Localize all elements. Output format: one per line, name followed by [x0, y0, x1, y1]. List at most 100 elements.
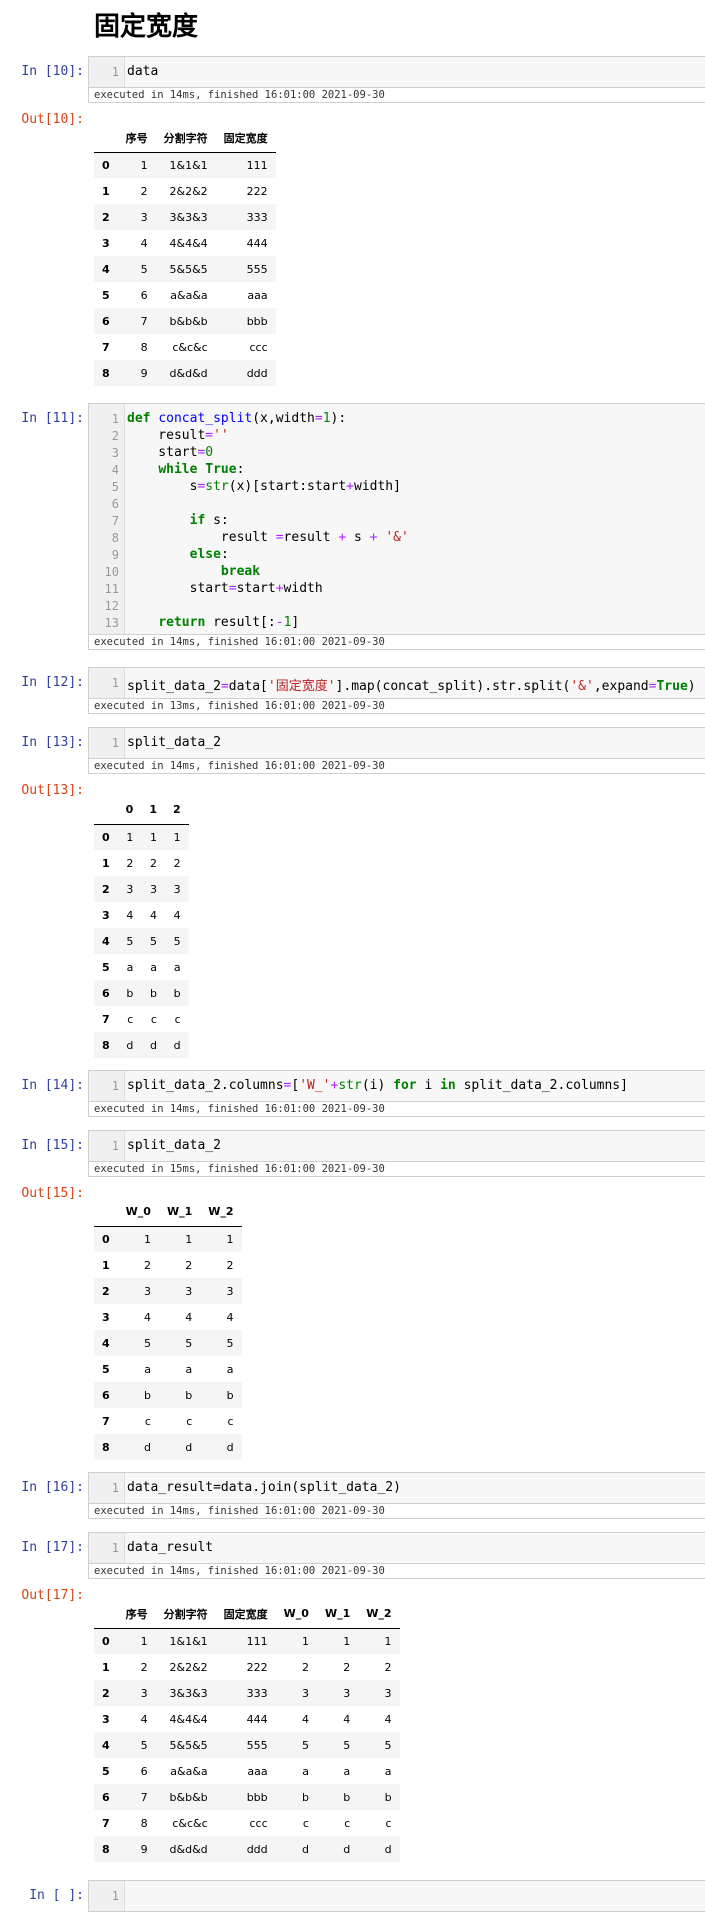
line-number-gutter: 1 — [89, 57, 125, 87]
line-number: 13 — [104, 616, 119, 630]
code-line: result =result + s + '&' — [127, 530, 409, 545]
table-cell: 4 — [140, 1712, 148, 1726]
code-input[interactable]: 1 2 3 4 5 6 7 8 9 10 11 12 13 def concat… — [88, 403, 705, 635]
table-cell: a — [343, 1764, 351, 1778]
table-row: 1 2 2&2&2 222 — [94, 178, 276, 204]
table-cell: 3 — [140, 1686, 148, 1700]
row-index: 4 — [102, 262, 110, 276]
table-cell: 222 — [246, 1660, 268, 1674]
table-row: 5 6 a&a&a aaa — [94, 282, 276, 308]
input-prompt: In [10]: — [21, 64, 84, 79]
row-index: 1 — [102, 1660, 110, 1674]
input-prompt: In [15]: — [21, 1138, 84, 1153]
table-cell: 5 — [173, 934, 181, 948]
table-cell: b&b&b — [169, 314, 208, 328]
code-input[interactable]: 1 — [88, 1880, 705, 1912]
table-row: 5 a a a — [94, 954, 189, 980]
table-cell: 5&5&5 — [169, 262, 208, 276]
code-input[interactable]: 1 data_result — [88, 1532, 705, 1564]
table-cell: 2 — [226, 1258, 234, 1272]
table-cell: 1 — [149, 830, 157, 844]
row-index: 1 — [102, 1258, 110, 1272]
table-cell: 2 — [343, 1660, 351, 1674]
table-cell: c — [127, 1012, 134, 1026]
code-input[interactable]: 1 split_data_2.columns=['W_'+str(i) for … — [88, 1070, 705, 1102]
table-row: 8 d d d — [94, 1434, 242, 1460]
row-index: 7 — [102, 1012, 110, 1026]
line-number: 6 — [111, 497, 119, 511]
code-input[interactable]: 1 data_result=data.join(split_data_2) — [88, 1472, 705, 1504]
table-cell: bbb — [246, 1790, 268, 1804]
table-cell: 3 — [343, 1686, 351, 1700]
table-cell: 7 — [140, 314, 148, 328]
code-input[interactable]: 1 split_data_2=data['固定宽度'].map(concat_s… — [88, 667, 705, 699]
column-header: 固定宽度 — [215, 124, 276, 153]
table-cell: 444 — [246, 1712, 268, 1726]
line-number-gutter: 1 — [89, 668, 125, 698]
column-header: W_1 — [158, 1198, 201, 1227]
table-cell: 2 — [185, 1258, 193, 1272]
table-cell: 1 — [140, 158, 148, 172]
row-index: 5 — [102, 1362, 110, 1376]
table-cell: 4 — [185, 1310, 193, 1324]
table-cell: 8 — [140, 340, 148, 354]
table-row: 2 3 3&3&3 333 — [94, 204, 276, 230]
column-header: W_2 — [200, 1198, 242, 1227]
table-row: 6 b b b — [94, 1382, 242, 1408]
table-row: 4 5 5 5 — [94, 1330, 242, 1356]
table-cell: 4 — [226, 1310, 234, 1324]
table-cell: 5 — [140, 1738, 148, 1752]
table-cell: c — [150, 1012, 157, 1026]
code-input[interactable]: 1 split_data_2 — [88, 1130, 705, 1162]
table-cell: 555 — [246, 1738, 268, 1752]
table-cell: d — [226, 1440, 234, 1454]
column-header: W_1 — [316, 1600, 359, 1629]
table-cell: b&b&b — [169, 1790, 208, 1804]
table-cell: 8 — [140, 1816, 148, 1830]
line-number-gutter: 1 — [89, 1071, 125, 1101]
line-number: 1 — [111, 736, 119, 750]
table-cell: 5 — [226, 1336, 234, 1350]
code-text: def concat_split(x,width=1): result='' s… — [127, 404, 705, 630]
line-number: 3 — [111, 446, 119, 460]
table-cell: d — [126, 1038, 134, 1052]
code-input[interactable]: 1 split_data_2 — [88, 727, 705, 759]
execution-info: executed in 14ms, finished 16:01:00 2021… — [88, 1102, 705, 1117]
table-cell: d — [301, 1842, 309, 1856]
table-cell: 6 — [140, 288, 148, 302]
code-input[interactable]: 1 data — [88, 56, 705, 88]
code-line: split_data_2=data['固定宽度'].map(concat_spl… — [127, 679, 696, 694]
table-cell: 1 — [343, 1634, 351, 1648]
input-prompt: In [ ]: — [29, 1888, 84, 1903]
table-cell: 6 — [140, 1764, 148, 1778]
row-index: 0 — [102, 1232, 110, 1246]
column-header: 固定宽度 — [215, 1600, 276, 1629]
table-row: 7 c c c — [94, 1006, 189, 1032]
line-number: 1 — [111, 65, 119, 79]
table-cell: 1 — [143, 1232, 151, 1246]
table-cell: 333 — [246, 210, 268, 224]
column-header: W_0 — [117, 1198, 159, 1227]
table-cell: 3 — [173, 882, 181, 896]
line-number: 1 — [111, 1139, 119, 1153]
line-number: 8 — [111, 531, 119, 545]
table-cell: ccc — [249, 340, 268, 354]
table-cell: 3&3&3 — [169, 210, 208, 224]
table-row: 6 7 b&b&b bbb — [94, 308, 276, 334]
table-cell: c — [302, 1816, 309, 1830]
output-prompt: Out[13]: — [21, 783, 84, 798]
dataframe-table: 序号 分割字符 固定宽度 W_0 W_1 W_2 0 1 1&1&1 111 1 1 1 1 2 2&2&2 2… — [94, 1600, 400, 1862]
row-index: 6 — [102, 986, 110, 1000]
table-cell: b — [185, 1388, 193, 1402]
table-cell: 5 — [126, 934, 134, 948]
table-row: 8 9 d&d&d ddd — [94, 360, 276, 386]
code-line: if s: — [189, 513, 229, 528]
row-index: 2 — [102, 1284, 110, 1298]
line-number-gutter: 1 2 3 4 5 6 7 8 9 10 11 12 13 — [89, 404, 125, 634]
table-cell: 9 — [140, 366, 148, 380]
input-prompt: In [11]: — [21, 411, 84, 426]
table-cell: ddd — [246, 366, 268, 380]
row-index: 4 — [102, 1738, 110, 1752]
row-index: 6 — [102, 1790, 110, 1804]
table-cell: c — [186, 1414, 193, 1428]
